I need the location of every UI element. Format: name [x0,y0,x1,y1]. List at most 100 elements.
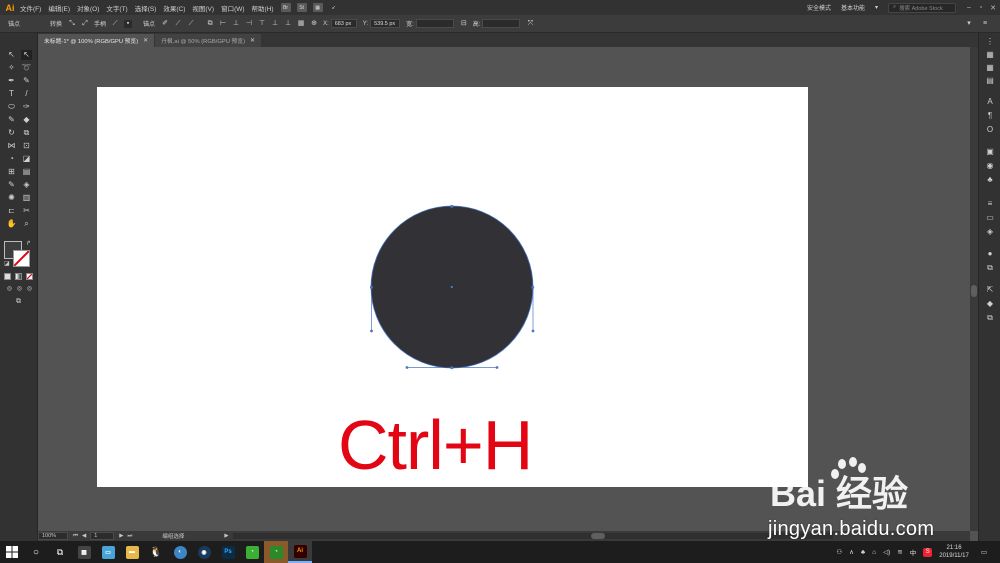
shape-builder-tool-icon[interactable]: ◔ [6,154,17,164]
eyedropper-tool-icon[interactable]: ✎ [6,180,17,190]
taskbar-browser[interactable]: ◐ [168,541,192,563]
sogou-icon[interactable]: S [923,547,933,557]
convert-smooth-icon[interactable]: ⤢ [81,20,89,28]
default-fill-stroke-icon[interactable]: ◪ [4,260,10,267]
status-menu-icon[interactable]: ▶ [224,533,228,539]
draw-inside-icon[interactable]: ◎ [24,284,35,294]
w-field[interactable] [415,19,454,28]
tray-app-icon[interactable]: ♣ [861,549,865,556]
search-button[interactable]: ○ [24,541,48,563]
gradient-mode-icon[interactable] [15,273,22,280]
taskbar-calculator[interactable]: ▦ [72,541,96,563]
properties-icon[interactable]: ⋮ [985,37,995,47]
connect-anchors-icon[interactable]: ⟋ [187,20,195,28]
scale-tool-icon[interactable]: ⧉ [21,128,32,138]
symbol-sprayer-tool-icon[interactable]: ✺ [6,193,17,203]
paragraph-icon[interactable]: ¶ [985,111,995,121]
tab-danfeng[interactable]: 丹枫.ai @ 50% (RGB/GPU 预览) ✕ [155,34,262,47]
panel-options-icon[interactable]: ≡ [981,20,989,28]
stock-icon[interactable]: St [296,3,307,12]
align-right-icon[interactable]: ⊣ [245,20,253,28]
constrain-proportions-icon[interactable]: ⊟ [460,20,468,28]
convert-corner-icon[interactable]: ⤡ [68,20,76,28]
artboard-number-field[interactable]: 1 [90,532,115,540]
taskbar-qq[interactable]: 🐧 [144,541,168,563]
align-top-icon[interactable]: ⊤ [258,20,266,28]
people-icon[interactable]: ⚇ [836,548,842,556]
chevron-down-icon[interactable]: ▾ [875,4,878,11]
scroll-thumb[interactable] [971,285,977,297]
hand-tool-icon[interactable]: ✋ [6,219,17,229]
align-bottom-icon[interactable]: ⊥ [284,20,292,28]
artboards-icon[interactable]: ⧉ [985,313,995,323]
symbols-icon[interactable]: ♣ [985,175,995,185]
show-handles-icon[interactable]: ⟋ [111,20,119,28]
perspective-grid-tool-icon[interactable]: ◪ [21,154,32,164]
free-transform-tool-icon[interactable]: ⊡ [21,141,32,151]
align-middle-icon[interactable]: ⊥ [271,20,279,28]
h-field[interactable] [482,19,521,28]
stroke-swatch[interactable] [13,250,30,267]
workspace-switcher[interactable]: 基本功能 [841,3,865,12]
swap-fill-stroke-icon[interactable]: ↱ [26,240,31,247]
stroke-panel-icon[interactable]: ≡ [985,199,995,209]
lasso-tool-icon[interactable]: ➰ [21,63,32,73]
menu-help[interactable]: 帮助(H) [252,3,274,13]
panel-menu-icon[interactable]: ▾ [965,20,973,28]
safe-mode-label[interactable]: 安全模式 [807,3,831,12]
notification-icon[interactable]: ▭ [981,548,987,556]
ellipse-tool-icon[interactable]: ⬭ [6,102,17,112]
hide-handles-icon[interactable]: ▪ [124,19,133,28]
layers-icon[interactable]: ◆ [985,299,995,309]
clock[interactable]: 21:16 2019/11/17 [939,544,969,560]
isolate-icon[interactable]: ⧉ [206,20,214,28]
zoom-field[interactable]: 100% [38,532,68,540]
direct-selection-tool-icon[interactable]: ↖ [21,50,32,60]
magic-wand-icon[interactable]: ✧ [6,63,17,73]
character-icon[interactable]: A [985,97,995,107]
wifi-icon[interactable]: ≋ [897,548,902,556]
vertical-scrollbar[interactable] [970,47,978,531]
none-mode-icon[interactable] [26,273,33,280]
screen-mode-icon[interactable]: ⧉ [13,297,24,307]
shaper-tool-icon[interactable]: ✎ [6,115,17,125]
menu-file[interactable]: 文件(F) [20,3,41,13]
opentype-icon[interactable]: O [985,125,995,135]
taskbar-folder[interactable]: ▬ [120,541,144,563]
menu-object[interactable]: 对象(O) [77,3,99,13]
taskbar-wechat-1[interactable]: ◔ [240,541,264,563]
type-tool-icon[interactable]: T [6,89,17,99]
close-icon[interactable]: ✕ [988,4,998,12]
line-tool-icon[interactable]: / [21,89,32,99]
tab-untitled-1[interactable]: 未标题-1* @ 100% (RGB/GPU 预览) ✕ [38,34,155,47]
pen-tool-icon[interactable]: ✒ [6,76,17,86]
gradient-panel-icon[interactable]: ▭ [985,213,995,223]
menu-window[interactable]: 窗口(W) [221,3,244,13]
taskbar-explorer-app[interactable]: ▭ [96,541,120,563]
volume-icon[interactable]: ◁) [883,548,890,556]
slice-tool-icon[interactable]: ✂ [21,206,32,216]
menu-edit[interactable]: 编辑(E) [48,3,70,13]
menu-type[interactable]: 文字(T) [106,3,127,13]
taskbar-wechat-2[interactable]: ◔ [264,541,288,563]
color-guide-icon[interactable]: ▦ [985,50,995,60]
gradient-tool-icon[interactable]: ▤ [21,167,32,177]
color-mode-icon[interactable] [4,273,11,280]
last-artboard-icon[interactable]: ⏭ [127,533,132,540]
align-left-icon[interactable]: ⊢ [219,20,227,28]
export-icon[interactable]: ⇱ [985,285,995,295]
taskbar-camera[interactable]: ◉ [192,541,216,563]
curvature-tool-icon[interactable]: ✎ [21,76,32,86]
align-center-icon[interactable]: ⊥ [232,20,240,28]
blend-tool-icon[interactable]: ◈ [21,180,32,190]
zoom-tool-icon[interactable]: ⌕ [21,219,32,229]
start-button[interactable] [0,541,24,563]
appearance-icon[interactable]: ◉ [985,161,995,171]
remove-anchor-icon[interactable]: ✐ [161,20,169,28]
layers-icon-alt[interactable]: ● [985,249,995,259]
prev-artboard-icon[interactable]: ◀ [82,533,86,539]
menu-select[interactable]: 选择(S) [135,3,157,13]
stock-search-input[interactable]: ⌕ 搜索 Adobe Stock [888,2,956,13]
taskbar-illustrator[interactable]: Ai [288,541,312,563]
image-trace-icon[interactable]: ⧉ [985,263,995,273]
